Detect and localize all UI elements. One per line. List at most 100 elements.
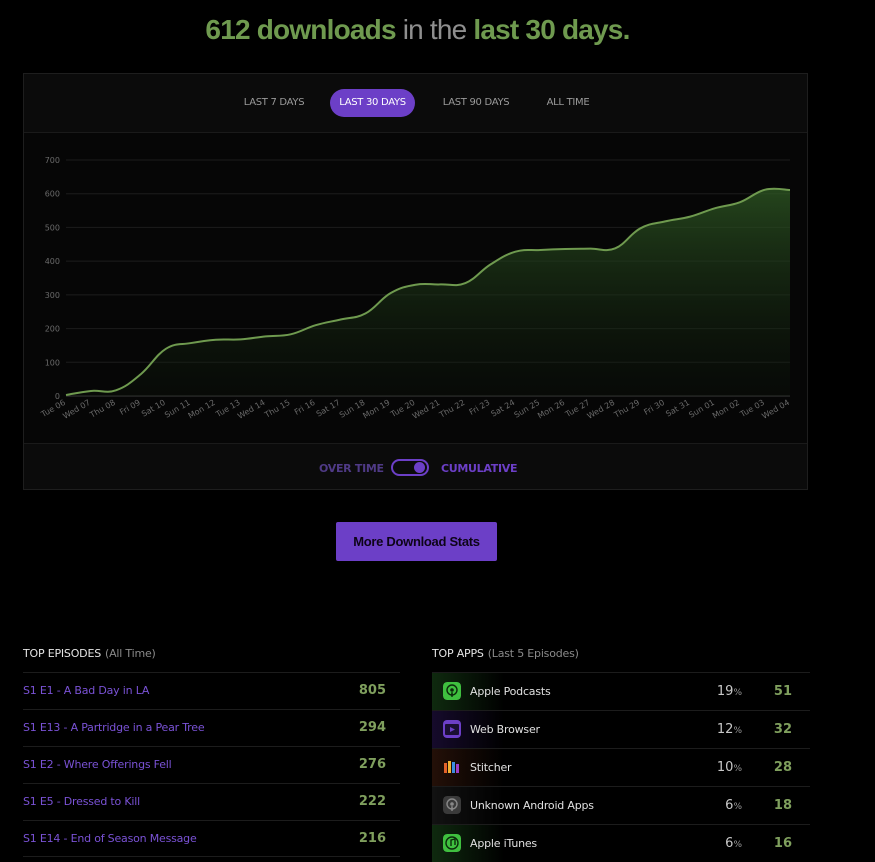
cumulative-label[interactable]: CUMULATIVE <box>441 462 517 475</box>
data-point[interactable] <box>714 207 716 209</box>
app-row: Unknown Android Apps 6% 18 <box>432 786 810 824</box>
episode-row[interactable]: S1 E14 - End of Season Message 216 <box>23 820 400 857</box>
episode-title[interactable]: S1 E14 - End of Season Message <box>23 832 197 845</box>
app-count: 18 <box>773 798 792 813</box>
app-percent: 6% <box>725 836 742 851</box>
x-tick-label: Sun 25 <box>513 398 542 420</box>
data-point[interactable] <box>639 227 641 229</box>
data-point[interactable] <box>190 342 192 344</box>
x-tick-label: Sun 01 <box>687 398 716 420</box>
data-point[interactable] <box>564 248 566 250</box>
data-point[interactable] <box>364 312 366 314</box>
data-point[interactable] <box>764 188 766 190</box>
data-point[interactable] <box>165 348 167 350</box>
data-point[interactable] <box>140 373 142 375</box>
x-tick-label: Fri 23 <box>468 398 492 417</box>
data-point[interactable] <box>339 318 341 320</box>
episode-title[interactable]: S1 E1 - A Bad Day in LA <box>23 684 149 697</box>
episode-row[interactable]: S1 E1 - A Bad Day in LA 805 <box>23 672 400 709</box>
data-point[interactable] <box>215 338 217 340</box>
headline-count: 612 downloads <box>205 14 396 45</box>
data-point[interactable] <box>739 201 741 203</box>
app-row: Web Browser 12% 32 <box>432 710 810 748</box>
range-tabs: LAST 7 DAYS LAST 30 DAYS LAST 90 DAYS AL… <box>24 74 807 133</box>
apple-podcasts-icon <box>443 682 461 700</box>
app-percent: 19% <box>716 684 742 699</box>
x-tick-label: Sun 18 <box>338 398 367 420</box>
data-point[interactable] <box>539 249 541 251</box>
data-point[interactable] <box>514 251 516 253</box>
x-tick-label: Sat 31 <box>664 398 691 419</box>
app-name: Web Browser <box>470 723 540 736</box>
top-apps-heading: TOP APPS <box>432 647 484 660</box>
episode-count: 805 <box>358 683 386 698</box>
episode-row[interactable]: S1 E5 - Dressed to Kill 222 <box>23 783 400 820</box>
mode-switch[interactable] <box>391 459 429 476</box>
episode-row[interactable]: S1 E2 - Where Offerings Fell 276 <box>23 746 400 783</box>
app-name: Stitcher <box>470 761 512 774</box>
y-tick-label: 400 <box>45 257 60 266</box>
y-tick-label: 700 <box>45 156 60 165</box>
y-tick-label: 200 <box>45 325 60 334</box>
x-tick-label: Sun 11 <box>163 398 192 420</box>
chart-mode-toggle: OVER TIME CUMULATIVE <box>24 443 807 489</box>
episode-count: 222 <box>358 794 386 809</box>
tab-last-7-days[interactable]: LAST 7 DAYS <box>232 89 316 117</box>
y-tick-label: 600 <box>45 190 60 199</box>
app-count: 32 <box>773 722 792 737</box>
data-point[interactable] <box>289 333 291 335</box>
x-tick-label: Mon 02 <box>711 398 741 421</box>
unknown-android-icon <box>443 796 461 814</box>
x-tick-label: Wed 28 <box>586 398 617 421</box>
data-point[interactable] <box>314 324 316 326</box>
x-tick-label: Fri 09 <box>118 398 142 417</box>
downloads-chart: 0 100 200 300 400 500 600 700 Tue 06 Wed 07 Thu 0… <box>24 132 807 445</box>
downloads-headline: 612 downloads in the last 30 days. <box>0 14 835 46</box>
x-tick-label: Sat 17 <box>315 398 342 419</box>
app-percent: 12% <box>716 722 742 737</box>
data-point[interactable] <box>689 215 691 217</box>
x-tick-label: Mon 26 <box>536 398 566 421</box>
data-point[interactable] <box>265 335 267 337</box>
data-point[interactable] <box>389 292 391 294</box>
downloads-chart-panel: LAST 7 DAYS LAST 30 DAYS LAST 90 DAYS AL… <box>23 73 808 490</box>
tab-all-time[interactable]: ALL TIME <box>535 89 601 117</box>
data-point[interactable] <box>589 247 591 249</box>
episode-title[interactable]: S1 E13 - A Partridge in a Pear Tree <box>23 721 205 734</box>
data-point[interactable] <box>115 389 117 391</box>
data-point[interactable] <box>489 263 491 265</box>
episode-title[interactable]: S1 E2 - Where Offerings Fell <box>23 758 172 771</box>
episode-title[interactable]: S1 E5 - Dressed to Kill <box>23 795 140 808</box>
data-point[interactable] <box>614 247 616 249</box>
top-apps-title: TOP APPS (Last 5 Episodes) <box>432 647 579 660</box>
data-point[interactable] <box>414 284 416 286</box>
episode-row[interactable]: S1 E13 - A Partridge in a Pear Tree 294 <box>23 709 400 746</box>
top-episodes-title: TOP EPISODES (All Time) <box>23 647 156 660</box>
data-point[interactable] <box>90 390 92 392</box>
data-point[interactable] <box>789 189 791 191</box>
tab-last-30-days[interactable]: LAST 30 DAYS <box>330 89 415 117</box>
switch-knob <box>414 462 425 473</box>
tab-last-90-days[interactable]: LAST 90 DAYS <box>433 89 519 117</box>
over-time-label[interactable]: OVER TIME <box>319 462 384 475</box>
headline-period: last 30 days. <box>473 14 630 45</box>
x-tick-label: Wed 07 <box>61 398 92 421</box>
data-point[interactable] <box>464 282 466 284</box>
x-tick-label: Thu 22 <box>437 398 466 420</box>
web-browser-icon <box>443 720 461 738</box>
x-tick-label: Mon 12 <box>187 398 217 421</box>
data-point[interactable] <box>65 394 67 396</box>
x-tick-label: Sat 10 <box>140 398 167 419</box>
data-point[interactable] <box>240 338 242 340</box>
x-tick-label: Thu 29 <box>612 398 641 420</box>
x-tick-label: Wed 04 <box>760 398 791 421</box>
app-count: 51 <box>773 684 792 699</box>
data-point[interactable] <box>664 220 666 222</box>
app-count: 28 <box>773 760 792 775</box>
more-download-stats-button[interactable]: More Download Stats <box>336 522 497 561</box>
episode-count: 276 <box>358 757 386 772</box>
app-count: 16 <box>773 836 792 851</box>
y-tick-label: 100 <box>45 358 60 367</box>
data-point[interactable] <box>439 283 441 285</box>
app-row: Apple iTunes 6% 16 <box>432 824 810 862</box>
